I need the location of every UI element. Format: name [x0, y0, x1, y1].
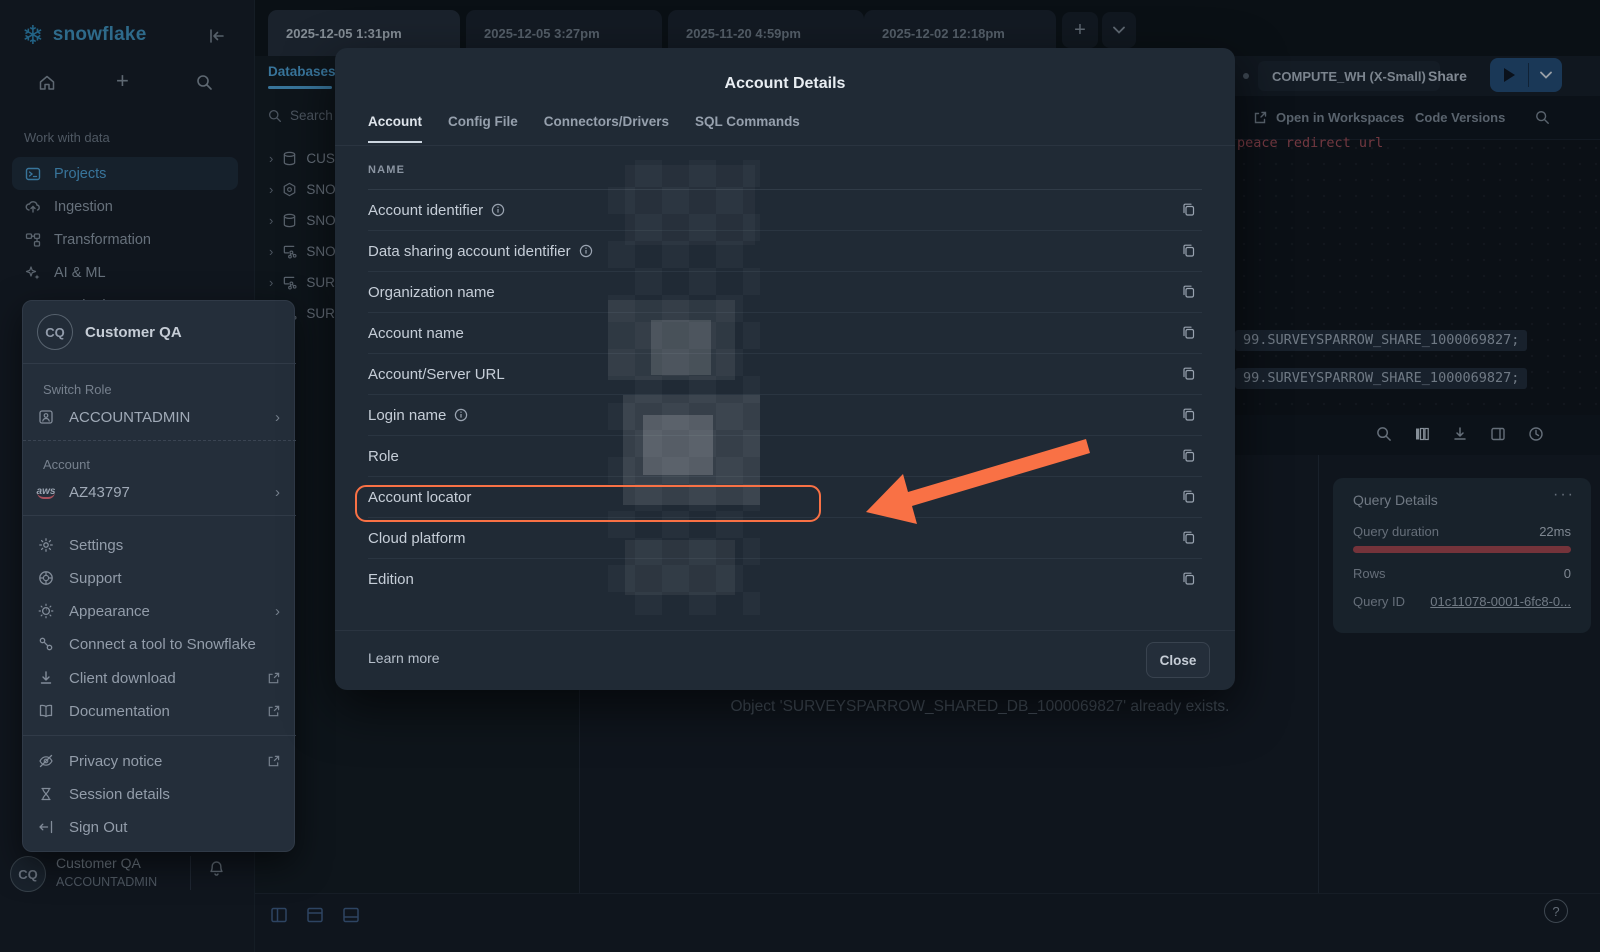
- brightness-icon: [23, 603, 69, 619]
- copy-button[interactable]: [1181, 407, 1196, 422]
- eye-off-icon: [23, 753, 69, 769]
- menu-item-role[interactable]: ACCOUNTADMIN ›: [23, 402, 296, 432]
- divider: [23, 440, 296, 441]
- copy-icon: [1181, 325, 1196, 340]
- menu-item-session-details[interactable]: Session details: [23, 779, 296, 809]
- copy-button[interactable]: [1181, 243, 1196, 258]
- external-link-icon: [267, 755, 280, 768]
- account-label: Account: [43, 457, 90, 472]
- copy-icon: [1181, 243, 1196, 258]
- menu-item-documentation[interactable]: Documentation: [23, 696, 296, 726]
- copy-button[interactable]: [1181, 489, 1196, 504]
- modal-title: Account Details: [335, 75, 1235, 93]
- user-menu-name: Customer QA: [85, 324, 182, 341]
- chevron-right-icon: ›: [275, 603, 280, 620]
- row-account-name: Account name: [368, 313, 1202, 354]
- copy-button[interactable]: [1181, 571, 1196, 586]
- user-menu-popup: CQ Customer QA Switch Role ACCOUNTADMIN …: [22, 300, 295, 852]
- external-link-icon: [267, 672, 280, 685]
- copy-icon: [1181, 407, 1196, 422]
- menu-item-support[interactable]: Support: [23, 563, 296, 593]
- menu-item-connect-tool[interactable]: Connect a tool to Snowflake: [23, 629, 296, 659]
- tab-config-file[interactable]: Config File: [448, 114, 518, 143]
- avatar: CQ: [37, 314, 73, 350]
- copy-button[interactable]: [1181, 530, 1196, 545]
- modal-tabs: Account Config File Connectors/Drivers S…: [368, 114, 800, 143]
- account-details-modal: Account Details Account Config File Conn…: [335, 48, 1235, 690]
- copy-icon: [1181, 571, 1196, 586]
- tab-sql-commands[interactable]: SQL Commands: [695, 114, 800, 143]
- redacted-values: [608, 160, 760, 615]
- sign-out-icon: [23, 819, 69, 835]
- column-header-name: NAME: [368, 164, 405, 176]
- divider: [335, 630, 1235, 631]
- menu-item-privacy-notice[interactable]: Privacy notice: [23, 746, 296, 776]
- copy-icon: [1181, 366, 1196, 381]
- account-locator-highlight: [355, 485, 821, 522]
- row-cloud-platform: Cloud platform: [368, 518, 1202, 559]
- download-icon: [23, 670, 69, 686]
- copy-button[interactable]: [1181, 448, 1196, 463]
- copy-icon: [1181, 530, 1196, 545]
- divider: [23, 735, 296, 736]
- connect-icon: [23, 636, 69, 652]
- info-icon[interactable]: [454, 408, 468, 422]
- external-link-icon: [267, 705, 280, 718]
- copy-button[interactable]: [1181, 366, 1196, 381]
- redaction-patch: [625, 540, 735, 595]
- redaction-patch: [643, 415, 713, 475]
- hourglass-icon: [23, 786, 69, 802]
- copy-button[interactable]: [1181, 325, 1196, 340]
- row-organization-name: Organization name: [368, 272, 1202, 313]
- row-data-sharing-identifier: Data sharing account identifier: [368, 231, 1202, 272]
- copy-icon: [1181, 448, 1196, 463]
- menu-item-account[interactable]: aws AZ43797 ›: [23, 477, 296, 507]
- copy-button[interactable]: [1181, 284, 1196, 299]
- menu-item-sign-out[interactable]: Sign Out: [23, 812, 296, 842]
- switch-role-label: Switch Role: [43, 382, 112, 397]
- copy-icon: [1181, 284, 1196, 299]
- life-buoy-icon: [23, 570, 69, 586]
- redaction-patch: [651, 320, 711, 375]
- row-edition: Edition: [368, 559, 1202, 600]
- tab-connectors-drivers[interactable]: Connectors/Drivers: [544, 114, 669, 143]
- chevron-right-icon: ›: [275, 484, 280, 501]
- divider: [23, 363, 296, 364]
- menu-item-appearance[interactable]: Appearance ›: [23, 596, 296, 626]
- redaction-patch: [625, 165, 755, 245]
- row-account-server-url: Account/Server URL: [368, 354, 1202, 395]
- chevron-right-icon: ›: [275, 409, 280, 426]
- gear-icon: [23, 537, 69, 553]
- tab-account[interactable]: Account: [368, 114, 422, 143]
- divider: [335, 145, 1235, 146]
- menu-item-client-download[interactable]: Client download: [23, 663, 296, 693]
- info-icon[interactable]: [579, 244, 593, 258]
- learn-more-link[interactable]: Learn more: [368, 650, 440, 666]
- row-login-name: Login name: [368, 395, 1202, 436]
- aws-icon: aws: [23, 486, 69, 499]
- book-icon: [23, 703, 69, 719]
- close-button[interactable]: Close: [1146, 642, 1210, 678]
- row-role: Role: [368, 436, 1202, 477]
- copy-icon: [1181, 202, 1196, 217]
- info-icon[interactable]: [491, 203, 505, 217]
- divider: [23, 515, 296, 516]
- copy-button[interactable]: [1181, 202, 1196, 217]
- copy-icon: [1181, 489, 1196, 504]
- row-account-identifier: Account identifier: [368, 190, 1202, 231]
- role-badge-icon: [23, 409, 69, 425]
- menu-item-settings[interactable]: Settings: [23, 530, 296, 560]
- snowsight-app: 2025-12-05 1:31pm 2025-12-05 3:27pm 2025…: [0, 0, 1600, 952]
